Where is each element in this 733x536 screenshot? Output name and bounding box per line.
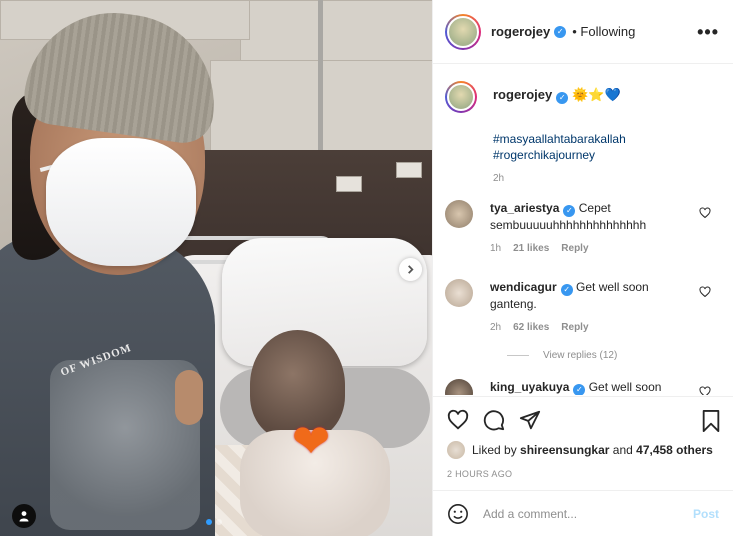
user-icon [19,511,29,522]
tagged-users-button[interactable] [12,504,36,528]
comment-time[interactable]: 1h [490,241,501,257]
carousel-dot [206,519,212,525]
share-paper-plane-icon[interactable] [519,409,541,431]
carousel-next-button[interactable] [399,258,422,281]
caption-avatar[interactable] [445,81,477,113]
reply-button[interactable]: Reply [561,241,588,257]
liked-by-count[interactable]: 47,458 others [636,443,713,457]
wall-outlet [396,162,422,178]
post-comment-button[interactable]: Post [693,507,719,521]
comment-item: wendicagur ✓ Get well soon ganteng. 2h 62… [445,279,721,336]
verified-badge-icon: ✓ [556,91,569,104]
carousel-dots [206,519,222,525]
comments-list[interactable]: rogerojey ✓ 🌞⭐💙 #masyaallahtabarakallah #r… [433,65,733,395]
more-options-icon[interactable]: ••• [697,22,719,43]
follow-status-label[interactable]: Following [580,24,635,39]
add-comment-input[interactable] [483,506,673,521]
carousel-dot [216,519,222,525]
liked-by-and: and [612,443,633,457]
liked-by-prefix: Liked by [472,443,517,457]
liked-by-summary: Liked by shireensungkar and 47,458 other… [447,441,719,459]
replies-divider [507,355,529,356]
caption-hashtags: #masyaallahtabarakallah #rogerchikajourn… [493,131,721,163]
comment-bubble-icon[interactable] [483,409,505,431]
avatar-image [447,83,475,111]
hashtag-link[interactable]: #masyaallahtabarakallah [493,131,721,147]
commenter-username[interactable]: wendicagur [490,280,557,294]
comment-body: tya_ariestya ✓ Cepet sembuuuuuhhhhhhhhhhh… [490,200,690,257]
verified-badge-icon: ✓ [563,205,576,217]
post-header: rogerojey ✓ • Following ••• [433,0,733,64]
commenter-avatar[interactable] [445,379,473,395]
post-modal: OF WISDOM ❤ rogerojey ✓ • Following ••• … [0,0,733,536]
comment-text: Get well soon [588,380,662,394]
view-replies-label[interactable]: View replies (12) [543,350,617,361]
comment-item: tya_ariestya ✓ Cepet sembuuuuuhhhhhhhhhhh… [445,200,721,257]
comment-item: king_uyakuya ✓ Get well soon [445,379,721,395]
heart-sticker-icon: ❤ [291,415,331,467]
caption: rogerojey ✓ 🌞⭐💙 [445,81,721,113]
face-mask [46,138,196,266]
author-username[interactable]: rogerojey [491,24,550,39]
comment-likes[interactable]: 21 likes [513,241,549,257]
reply-button[interactable]: Reply [561,320,588,336]
commenter-avatar[interactable] [445,200,473,228]
commenter-username[interactable]: tya_ariestya [490,201,559,215]
comment-body: wendicagur ✓ Get well soon ganteng. 2h 62… [490,279,690,336]
commenter-username[interactable]: king_uyakuya [490,380,569,394]
post-side-panel: rogerojey ✓ • Following ••• rogerojey ✓ 🌞⭐… [432,0,733,536]
verified-badge-icon: ✓ [560,284,573,296]
verified-badge-icon: ✓ [554,25,567,38]
verified-badge-icon: ✓ [573,384,586,395]
comment-time[interactable]: 2h [490,320,501,336]
wall-outlet [336,176,362,192]
liked-by-user[interactable]: shireensungkar [520,443,609,457]
caption-username[interactable]: rogerojey [493,87,552,102]
view-replies-button[interactable]: View replies (12) [507,350,721,361]
comment-likes[interactable]: 62 likes [513,320,549,336]
comment-like-heart-icon[interactable] [699,286,711,298]
follow-status[interactable]: • Following [572,24,635,39]
comment-body: king_uyakuya ✓ Get well soon [490,379,690,395]
save-bookmark-icon[interactable] [701,410,721,432]
comment-meta: 1h 21 likes Reply [490,241,690,257]
liked-by-avatar[interactable] [447,441,465,459]
emoji-smiley-icon[interactable] [447,503,469,525]
like-heart-icon[interactable] [447,409,469,431]
post-timestamp[interactable]: 2 HOURS AGO [447,469,719,479]
post-photo[interactable]: OF WISDOM ❤ [0,0,432,536]
author-avatar[interactable] [445,13,481,50]
hashtag-link[interactable]: #rogerchikajourney [493,147,721,163]
action-icons [447,409,719,431]
man-hand [175,370,203,425]
avatar-image [447,15,479,48]
chevron-right-icon [408,265,414,274]
caption-time[interactable]: 2h [493,173,721,184]
caption-text: rogerojey ✓ 🌞⭐💙 [493,81,621,113]
post-actions: Liked by shireensungkar and 47,458 other… [433,396,733,479]
commenter-avatar[interactable] [445,279,473,307]
comment-like-heart-icon[interactable] [699,207,711,219]
comment-composer: Post [433,490,733,536]
caption-emojis: 🌞⭐💙 [572,87,621,102]
comment-like-heart-icon[interactable] [699,386,711,395]
comment-meta: 2h 62 likes Reply [490,320,690,336]
